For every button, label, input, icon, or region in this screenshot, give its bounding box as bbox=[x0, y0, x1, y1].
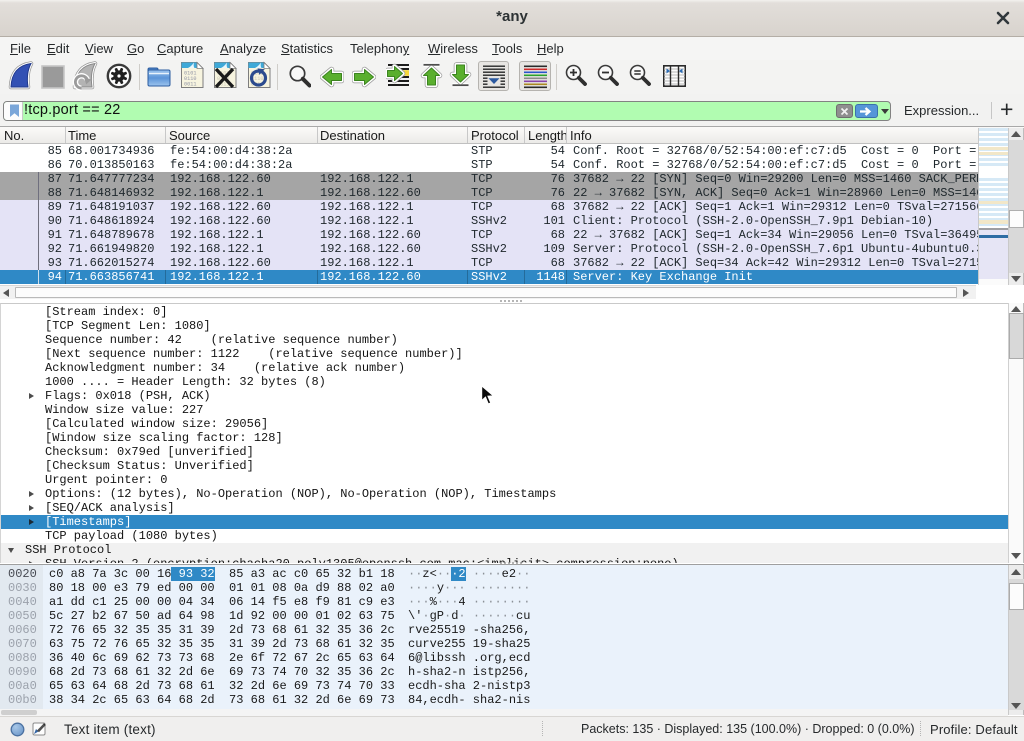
svg-text:0011: 0011 bbox=[184, 82, 196, 88]
